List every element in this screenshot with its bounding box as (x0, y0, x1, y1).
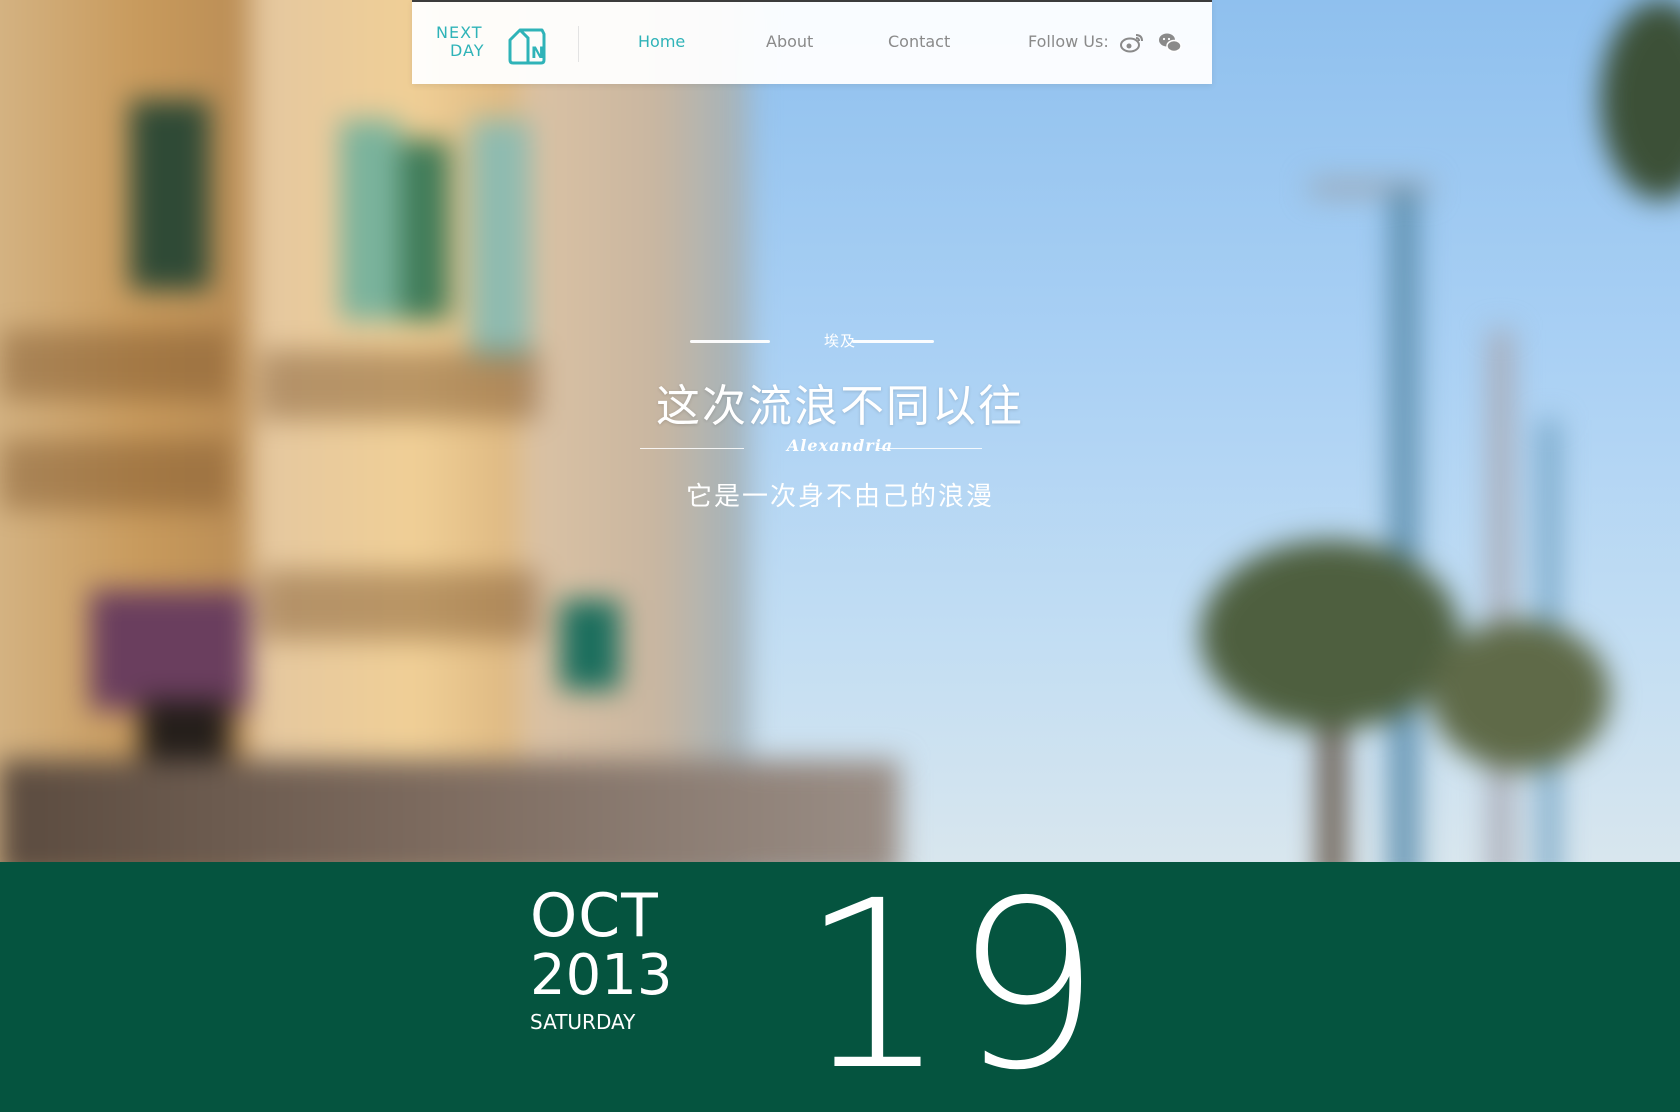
logo-line1: NEXT (436, 23, 483, 42)
wechat-icon[interactable] (1158, 32, 1184, 54)
nav-contact-link[interactable]: Contact (888, 32, 950, 51)
date-month: OCT (530, 881, 659, 951)
top-nav: NEXT DAY N Home About Contact Follow Us: (412, 0, 1212, 84)
follow-us-label: Follow Us: (1028, 32, 1109, 51)
logo[interactable]: NEXT DAY N (436, 22, 546, 70)
date-band: OCT 2013 SATURDAY 19 (0, 862, 1680, 1112)
logo-text: NEXT DAY (436, 24, 485, 60)
nav-home-link[interactable]: Home (638, 32, 685, 51)
location-cn: 埃及 (823, 332, 856, 350)
date-day: 19 (800, 851, 1108, 1112)
nav-separator (578, 26, 579, 62)
location-cn-row: 埃及 (0, 330, 1680, 356)
logo-line2: DAY (450, 41, 485, 60)
location-en: Alexandria (786, 436, 894, 455)
hero-background: 埃及 这次流浪不同以往 Alexandria 它是一次身不由己的浪漫 (0, 0, 1680, 862)
nav-about-link[interactable]: About (766, 32, 813, 51)
date-year: 2013 (530, 943, 673, 1008)
hero-title: 这次流浪不同以往 (656, 381, 1024, 432)
date-weekday: SATURDAY (530, 1010, 636, 1034)
logo-mark: N (531, 43, 544, 62)
hero-subtitle: 它是一次身不由己的浪漫 (685, 482, 994, 512)
house-logo-icon: N (508, 28, 546, 65)
weibo-icon[interactable] (1120, 32, 1146, 54)
